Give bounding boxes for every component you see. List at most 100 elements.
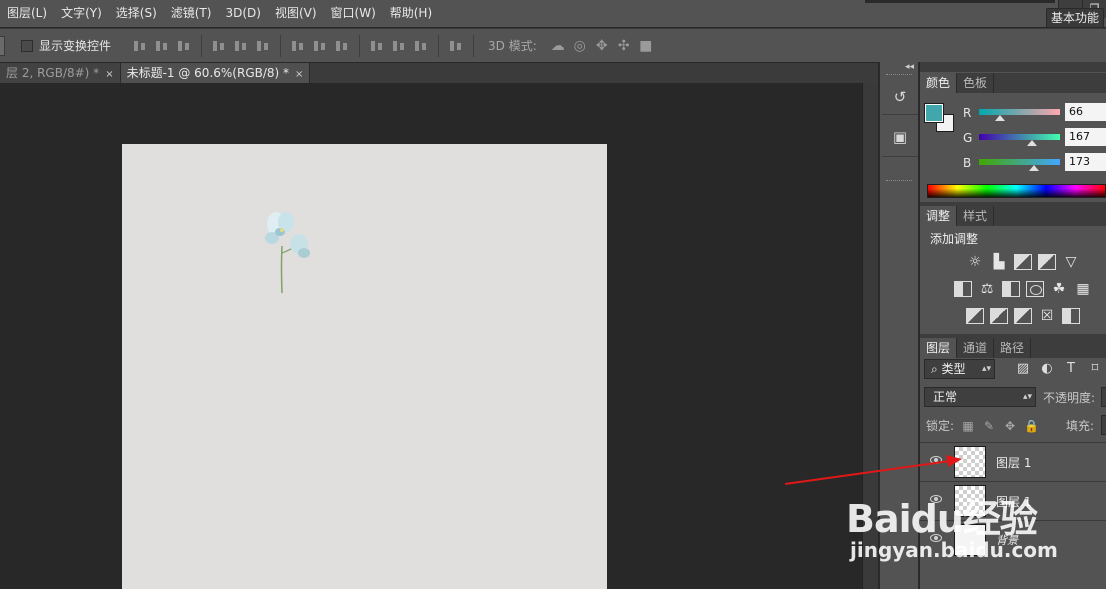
blend-mode-select[interactable]: 正常 ▴▾ bbox=[924, 387, 1036, 407]
fill-field[interactable] bbox=[1101, 415, 1106, 435]
exposure-icon[interactable] bbox=[1038, 254, 1056, 270]
vibrance-icon[interactable]: ▽ bbox=[1062, 254, 1080, 270]
red-slider[interactable]: R 66 bbox=[962, 103, 1106, 126]
align-top-icon[interactable] bbox=[131, 38, 149, 54]
distribute-hcenter-icon[interactable] bbox=[390, 38, 408, 54]
add-adjustment-heading: 添加调整 bbox=[930, 232, 979, 246]
green-slider[interactable]: G 167 bbox=[962, 128, 1106, 151]
hue-saturation-icon[interactable] bbox=[954, 281, 972, 297]
color-balance-icon[interactable]: ⚖ bbox=[978, 281, 996, 297]
adjustment-filter-icon[interactable]: ◐ bbox=[1039, 361, 1055, 377]
tab-styles[interactable]: 样式 bbox=[957, 206, 995, 226]
tab-swatches[interactable]: 色板 bbox=[957, 73, 995, 93]
align-vcenter-icon[interactable] bbox=[153, 38, 171, 54]
menu-window[interactable]: 窗口(W) bbox=[324, 0, 383, 27]
panel-grip[interactable] bbox=[886, 180, 912, 182]
workspace-switcher-button[interactable]: 基本功能 bbox=[1045, 8, 1104, 28]
menu-view[interactable]: 视图(V) bbox=[268, 0, 324, 27]
align-hcenter-icon[interactable] bbox=[232, 38, 250, 54]
color-lookup-icon[interactable]: ▦ bbox=[1074, 281, 1092, 297]
invert-icon[interactable] bbox=[966, 308, 984, 324]
red-gradient-bar[interactable] bbox=[979, 109, 1060, 115]
blue-slider[interactable]: B 173 bbox=[962, 153, 1106, 176]
curves-icon[interactable] bbox=[1014, 254, 1032, 270]
close-icon[interactable]: × bbox=[105, 69, 113, 80]
tab-paths[interactable]: 路径 bbox=[994, 338, 1032, 358]
roll-icon[interactable]: ◎ bbox=[569, 38, 591, 54]
panel-grip[interactable] bbox=[886, 74, 912, 76]
brightness-contrast-icon[interactable]: ☼ bbox=[966, 254, 984, 270]
camera-icon[interactable]: ■ bbox=[635, 38, 657, 54]
menu-type[interactable]: 文字(Y) bbox=[54, 0, 109, 27]
lock-transparent-icon[interactable]: ▦ bbox=[961, 419, 975, 433]
close-icon[interactable]: × bbox=[295, 69, 303, 80]
tool-preset-stub[interactable] bbox=[0, 35, 5, 56]
distribute-vcenter-icon[interactable] bbox=[311, 38, 329, 54]
align-bottom-icon[interactable] bbox=[175, 38, 193, 54]
foreground-color-swatch[interactable] bbox=[924, 103, 944, 123]
red-slider-thumb[interactable] bbox=[994, 115, 1005, 121]
blue-slider-thumb[interactable] bbox=[1028, 165, 1039, 171]
channel-mixer-icon[interactable]: ☘ bbox=[1050, 281, 1068, 297]
slide-icon[interactable]: ✣ bbox=[613, 38, 635, 54]
tab-channels[interactable]: 通道 bbox=[957, 338, 995, 358]
document-tab-active[interactable]: 未标题-1 @ 60.6%(RGB/8) * × bbox=[120, 63, 311, 83]
layer-filter-select[interactable]: ⌕ 类型 ▴▾ bbox=[924, 359, 995, 379]
align-right-icon[interactable] bbox=[254, 38, 272, 54]
history-icon[interactable]: ↺ bbox=[888, 86, 912, 108]
distribute-left-icon[interactable] bbox=[368, 38, 386, 54]
orbit-icon[interactable]: ☁ bbox=[547, 38, 569, 54]
lock-paint-icon[interactable]: ✎ bbox=[982, 419, 996, 433]
type-filter-icon[interactable]: T bbox=[1063, 361, 1079, 377]
watermark-url: jingyan.baidu.com bbox=[850, 538, 1058, 562]
layer-row[interactable]: 图层 1 bbox=[920, 442, 1106, 480]
green-gradient-bar[interactable] bbox=[979, 134, 1060, 140]
menu-select[interactable]: 选择(S) bbox=[109, 0, 164, 27]
show-transform-checkbox[interactable] bbox=[21, 39, 33, 52]
photo-filter-icon[interactable] bbox=[1026, 281, 1044, 297]
document-tab-label: 层 2, RGB/8#) * bbox=[6, 66, 100, 80]
layer-name[interactable]: 图层 1 bbox=[996, 454, 1031, 471]
menu-filter[interactable]: 滤镜(T) bbox=[164, 0, 219, 27]
tab-color[interactable]: 颜色 bbox=[920, 73, 958, 93]
lock-position-icon[interactable]: ✥ bbox=[1003, 419, 1017, 433]
color-spectrum-ramp[interactable] bbox=[927, 184, 1106, 198]
tab-adjustments[interactable]: 调整 bbox=[920, 206, 958, 226]
distribute-right-icon[interactable] bbox=[412, 38, 430, 54]
blue-gradient-bar[interactable] bbox=[979, 159, 1060, 165]
threshold-icon[interactable] bbox=[1014, 308, 1032, 324]
levels-icon[interactable]: ▙ bbox=[990, 254, 1008, 270]
color-panel-tabs: 颜色 色板 bbox=[920, 73, 1106, 93]
document-tab[interactable]: 层 2, RGB/8#) * × bbox=[0, 63, 121, 83]
gradient-map-icon[interactable] bbox=[1062, 308, 1080, 324]
green-slider-thumb[interactable] bbox=[1027, 140, 1038, 146]
align-left-icon[interactable] bbox=[210, 38, 228, 54]
visibility-eye-icon[interactable] bbox=[930, 456, 942, 464]
distribute-top-icon[interactable] bbox=[289, 38, 307, 54]
tab-layers[interactable]: 图层 bbox=[920, 338, 958, 358]
shape-filter-icon[interactable]: ⌑ bbox=[1087, 361, 1103, 377]
green-value-field[interactable]: 167 bbox=[1065, 128, 1106, 146]
distribute-bottom-icon[interactable] bbox=[333, 38, 351, 54]
black-white-icon[interactable] bbox=[1002, 281, 1020, 297]
menu-help[interactable]: 帮助(H) bbox=[383, 0, 439, 27]
lock-all-icon[interactable]: 🔒 bbox=[1024, 419, 1039, 433]
red-value-field[interactable]: 66 bbox=[1065, 103, 1106, 121]
image-filter-icon[interactable]: ▨ bbox=[1015, 361, 1031, 377]
blue-value-field[interactable]: 173 bbox=[1065, 153, 1106, 171]
opacity-field[interactable] bbox=[1101, 387, 1106, 407]
collapse-arrows-icon[interactable]: ◂◂ bbox=[905, 62, 914, 72]
title-strip bbox=[865, 0, 1055, 3]
divider bbox=[438, 34, 440, 57]
adjustment-row-1: ☼ ▙ ▽ bbox=[966, 254, 1086, 270]
pan-icon[interactable]: ✥ bbox=[591, 38, 613, 54]
menu-layer[interactable]: 图层(L) bbox=[0, 0, 54, 27]
document-canvas[interactable] bbox=[122, 144, 607, 589]
selective-color-icon[interactable]: ☒ bbox=[1038, 308, 1056, 324]
properties-icon[interactable]: ▣ bbox=[888, 126, 912, 148]
auto-align-icon[interactable] bbox=[447, 38, 465, 54]
menu-3d[interactable]: 3D(D) bbox=[218, 0, 267, 27]
posterize-icon[interactable] bbox=[990, 308, 1008, 324]
adjustment-row-3: ☒ bbox=[966, 308, 1086, 324]
fill-label: 填充: bbox=[1066, 419, 1095, 433]
